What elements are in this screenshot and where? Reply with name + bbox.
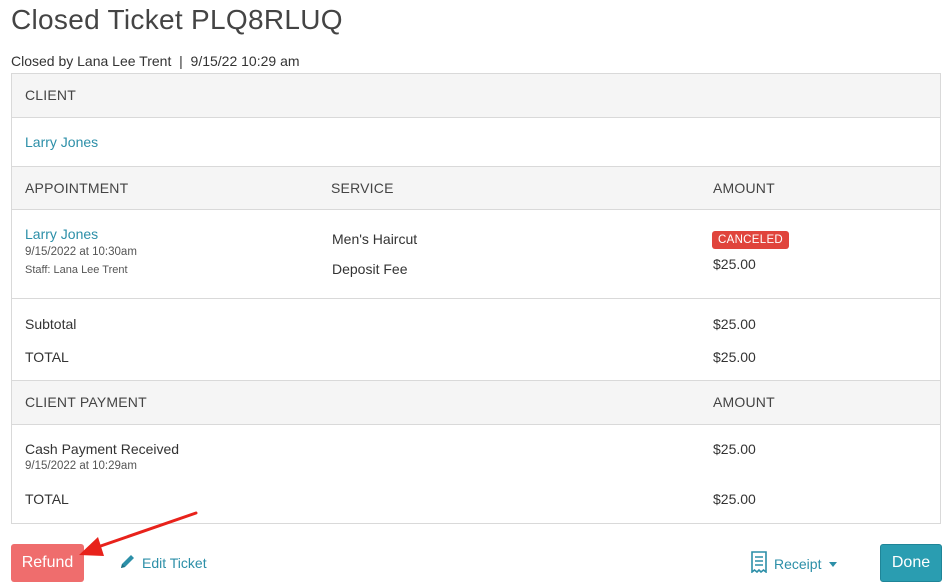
- receipt-icon: [750, 551, 768, 576]
- ticket-meta: Closed by Lana Lee Trent | 9/15/22 10:29…: [11, 53, 300, 69]
- receipt-dropdown[interactable]: Receipt: [750, 551, 838, 576]
- service-item: Deposit Fee: [332, 261, 408, 277]
- meta-separator: |: [179, 53, 183, 69]
- client-row: Larry Jones: [12, 118, 940, 167]
- done-button[interactable]: Done: [880, 544, 942, 582]
- client-header: CLIENT: [25, 87, 76, 103]
- client-payment-header: CLIENT PAYMENT: [25, 394, 147, 410]
- total-label: TOTAL: [25, 349, 69, 365]
- appointment-amount: $25.00: [713, 256, 756, 272]
- annotation-arrow: [79, 511, 198, 556]
- payment-total-label: TOTAL: [25, 491, 69, 507]
- subtotal-label: Subtotal: [25, 316, 77, 332]
- page-title: Closed Ticket PLQ8RLUQ: [11, 4, 343, 35]
- service-item: Men's Haircut: [332, 231, 418, 247]
- appointment-row: Larry Jones 9/15/2022 at 10:30am Staff: …: [12, 210, 940, 299]
- closed-by: Closed by Lana Lee Trent: [11, 53, 172, 69]
- amount-header: AMOUNT: [713, 180, 775, 196]
- payment-amount: $25.00: [713, 441, 756, 457]
- service-header: SERVICE: [331, 180, 394, 196]
- canceled-status-badge: CANCELED: [712, 231, 790, 249]
- payment-total-value: $25.00: [713, 491, 756, 507]
- payment-header-row: CLIENT PAYMENT AMOUNT: [12, 381, 940, 425]
- appointment-datetime: 9/15/2022 at 10:30am: [25, 246, 137, 258]
- appointment-client-link[interactable]: Larry Jones: [25, 226, 98, 242]
- client-header-row: CLIENT: [12, 74, 940, 118]
- caret-down-icon: [829, 562, 838, 567]
- appointment-header: APPOINTMENT: [25, 180, 129, 196]
- client-name-link[interactable]: Larry Jones: [25, 134, 98, 150]
- total-value: $25.00: [713, 349, 756, 365]
- ticket-panel: CLIENT Larry Jones APPOINTMENT SERVICE A…: [11, 73, 941, 524]
- refund-button[interactable]: Refund: [11, 544, 84, 582]
- subtotal-value: $25.00: [713, 316, 756, 332]
- receipt-label: Receipt: [774, 555, 822, 572]
- appointment-staff: Staff: Lana Lee Trent: [25, 264, 128, 276]
- payment-datetime: 9/15/2022 at 10:29am: [25, 460, 137, 472]
- appointment-header-row: APPOINTMENT SERVICE AMOUNT: [12, 167, 940, 210]
- totals-row: Subtotal $25.00 TOTAL $25.00: [12, 299, 940, 381]
- closed-at: 9/15/22 10:29 am: [190, 53, 300, 69]
- payment-method: Cash Payment Received: [25, 441, 180, 457]
- payment-amount-header: AMOUNT: [713, 394, 775, 410]
